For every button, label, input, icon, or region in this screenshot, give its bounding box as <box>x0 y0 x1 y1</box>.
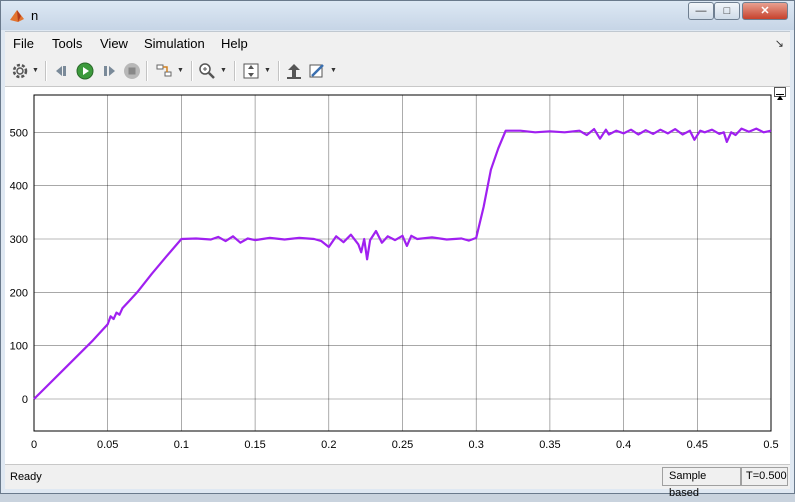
run-icon[interactable] <box>76 62 94 80</box>
autoscale-icon[interactable] <box>242 62 260 80</box>
zoom-icon[interactable] <box>198 62 216 80</box>
signal-select-icon[interactable] <box>155 62 173 80</box>
stop-icon[interactable] <box>123 62 141 80</box>
y-tick-label: 0 <box>22 394 28 406</box>
menu-bar: File Tools View Simulation Help ↘ <box>5 31 790 56</box>
scope-chart: 0 0.05 0.1 0.15 0.2 0.25 0.3 0.35 0.4 0.45 0.5 0 100… <box>10 94 779 451</box>
x-tick-label: 0.45 <box>687 439 708 451</box>
signal-select-dropdown-icon[interactable]: ▼ <box>177 67 184 74</box>
scope-display[interactable]: 0 0.05 0.1 0.15 0.2 0.25 0.3 0.35 0.4 0.45 0.5 0 100… <box>5 87 790 464</box>
y-tick-label: 400 <box>10 181 28 193</box>
step-back-icon[interactable] <box>53 62 71 80</box>
x-tick-label: 0.2 <box>321 439 336 451</box>
x-tick-label: 0.5 <box>763 439 778 451</box>
y-tick-label: 200 <box>10 287 28 299</box>
menu-help[interactable]: Help <box>221 36 248 51</box>
y-tick-label: 500 <box>10 127 28 139</box>
minimize-button[interactable]: — <box>688 2 714 20</box>
x-tick-label: 0.3 <box>469 439 484 451</box>
undock-axes-icon[interactable] <box>774 87 786 100</box>
style-dropdown-icon[interactable]: ▼ <box>330 67 337 74</box>
x-tick-label: 0.4 <box>616 439 631 451</box>
scope-window: n — □ ✕ File Tools View Simulation Help … <box>0 0 795 499</box>
y-tick-label: 100 <box>10 341 28 353</box>
menu-file[interactable]: File <box>13 36 34 51</box>
title-bar[interactable]: n — □ ✕ <box>1 1 794 30</box>
gear-icon[interactable] <box>11 62 29 80</box>
status-bar: Ready Sample based T=0.500 <box>5 464 790 499</box>
autoscale-dropdown-icon[interactable]: ▼ <box>264 67 271 74</box>
y-tick-label: 300 <box>10 234 28 246</box>
style-icon[interactable] <box>308 62 326 80</box>
step-forward-icon[interactable] <box>100 62 118 80</box>
x-tick-label: 0.35 <box>539 439 560 451</box>
x-tick-label: 0.1 <box>174 439 189 451</box>
sim-time-indicator: T=0.500 <box>741 467 788 486</box>
menu-simulation[interactable]: Simulation <box>144 36 205 51</box>
x-tick-label: 0.05 <box>97 439 118 451</box>
menu-tools[interactable]: Tools <box>52 36 82 51</box>
close-button[interactable]: ✕ <box>742 2 788 20</box>
highlight-block-icon[interactable] <box>285 62 303 80</box>
maximize-button[interactable]: □ <box>714 2 740 20</box>
sample-mode-indicator: Sample based <box>662 467 741 499</box>
status-text: Ready <box>10 471 42 483</box>
window-title: n <box>31 8 39 23</box>
menu-view[interactable]: View <box>100 36 128 51</box>
x-tick-label: 0 <box>31 439 37 451</box>
zoom-dropdown-icon[interactable]: ▼ <box>220 67 227 74</box>
x-tick-label: 0.25 <box>392 439 413 451</box>
undock-arrow-icon[interactable]: ↘ <box>775 37 784 50</box>
gear-dropdown-icon[interactable]: ▼ <box>32 67 39 74</box>
toolbar: ▼ ▼ ▼ ▼ ▼ <box>5 56 790 87</box>
matlab-icon <box>10 10 24 22</box>
x-tick-label: 0.15 <box>244 439 265 451</box>
